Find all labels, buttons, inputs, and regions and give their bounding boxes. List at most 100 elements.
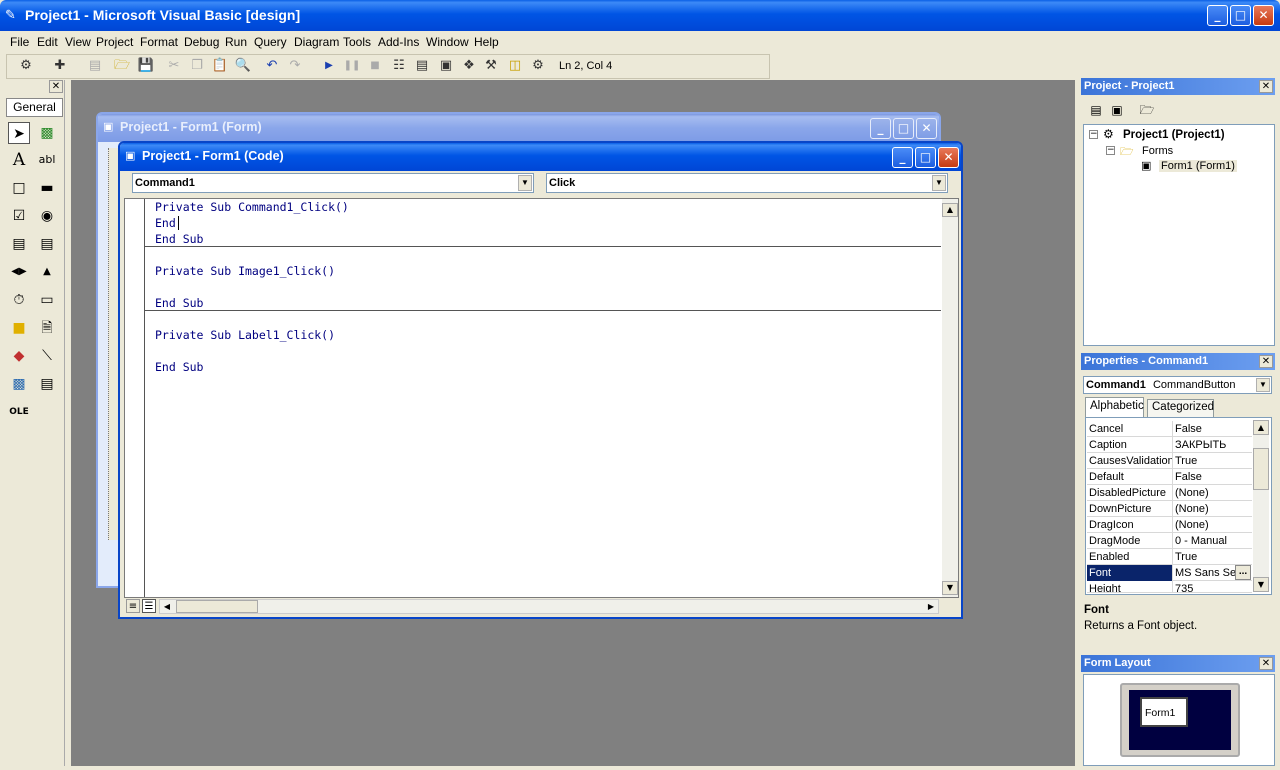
redo-icon[interactable]: ↷ (286, 57, 304, 75)
property-row[interactable]: Height 735 (1087, 581, 1252, 593)
property-value[interactable]: True (1175, 551, 1251, 563)
menu-window[interactable]: Window (426, 35, 469, 49)
code-line[interactable]: Private Sub Command1_Click() (155, 200, 349, 214)
form-maximize-button[interactable]: □ (893, 118, 914, 139)
property-row[interactable]: Cancel False (1087, 421, 1252, 437)
property-row[interactable]: Caption ЗАКРЫТЬ (1087, 437, 1252, 453)
scroll-up-arrow[interactable]: ▲ (942, 203, 958, 217)
full-module-view-icon[interactable]: ☰ (142, 599, 156, 613)
checkbox-tool-icon[interactable]: ☑ (8, 205, 30, 227)
line-tool-icon[interactable]: ⟍ (36, 345, 58, 367)
forms-folder-label[interactable]: Forms (1142, 145, 1173, 157)
property-row[interactable]: DisabledPicture (None) (1087, 485, 1252, 501)
object-combo[interactable]: Command1 ▼ (132, 173, 534, 193)
code-maximize-button[interactable]: □ (915, 147, 936, 168)
property-row[interactable]: DragMode 0 - Manual (1087, 533, 1252, 549)
form1-tree-item[interactable]: Form1 (Form1) (1159, 160, 1237, 172)
drivelistbox-tool-icon[interactable]: ▭ (36, 289, 58, 311)
code-line[interactable]: End Sub (155, 360, 203, 374)
tab-alphabetic[interactable]: Alphabetic (1085, 397, 1144, 417)
minimize-button[interactable]: _ (1207, 5, 1228, 26)
picturebox-tool-icon[interactable]: ▩ (36, 122, 58, 144)
image-tool-icon[interactable]: ▩ (8, 373, 30, 395)
menu-project[interactable]: Project (96, 35, 133, 49)
form1-layout-preview[interactable]: Form1 (1140, 697, 1188, 727)
property-value[interactable]: ЗАКРЫТЬ (1175, 439, 1251, 451)
properties-scroll-thumb[interactable] (1253, 448, 1269, 490)
toolbox-icon[interactable]: ⚒ (482, 57, 500, 75)
component-manager-icon[interactable]: ⚙ (529, 57, 547, 75)
menu-edit[interactable]: Edit (37, 35, 58, 49)
code-line[interactable]: End Sub (155, 232, 203, 246)
combobox-tool-icon[interactable]: ▤ (8, 233, 30, 255)
toggle-folders-button[interactable]: 🗁 (1138, 101, 1156, 119)
data-tool-icon[interactable]: ▤ (36, 373, 58, 395)
label-tool-icon[interactable]: A (8, 149, 30, 171)
save-icon[interactable]: 💾 (137, 57, 155, 75)
property-value[interactable]: False (1175, 423, 1251, 435)
toolbox-close-button[interactable]: ✕ (49, 80, 63, 93)
menu-format[interactable]: Format (140, 35, 178, 49)
frame-tool-icon[interactable]: □ (8, 177, 30, 199)
view-object-button[interactable]: ▣ (1108, 101, 1126, 119)
copy-icon[interactable]: ❐ (188, 57, 206, 75)
scroll-right-arrow[interactable]: ▶ (924, 600, 938, 613)
dirlistbox-tool-icon[interactable]: ■ (8, 317, 30, 339)
property-row[interactable]: DownPicture (None) (1087, 501, 1252, 517)
property-value[interactable]: (None) (1175, 519, 1251, 531)
code-close-button[interactable]: ✕ (938, 147, 959, 168)
chevron-down-icon[interactable]: ▼ (1256, 378, 1270, 392)
scroll-down-arrow[interactable]: ▼ (1253, 577, 1269, 592)
filelistbox-tool-icon[interactable]: 🗎 (36, 317, 58, 339)
menu-tools[interactable]: Tools (343, 35, 371, 49)
tab-categorized[interactable]: Categorized (1147, 399, 1214, 417)
optionbutton-tool-icon[interactable]: ◉ (36, 205, 58, 227)
code-horizontal-scrollbar[interactable]: ◀ ▶ (159, 599, 939, 614)
menu-debug[interactable]: Debug (184, 35, 219, 49)
undo-icon[interactable]: ↶ (263, 57, 281, 75)
pointer-tool-icon[interactable]: ➤ (8, 122, 30, 144)
menu-run[interactable]: Run (225, 35, 247, 49)
ole-tool-icon[interactable]: OLE (8, 401, 30, 423)
menu-help[interactable]: Help (474, 35, 499, 49)
property-row[interactable]: CausesValidation True (1087, 453, 1252, 469)
find-icon[interactable]: 🔍 (234, 57, 252, 75)
toolbox-general-tab[interactable]: General (6, 98, 63, 117)
expand-toggle-icon[interactable]: − (1106, 146, 1115, 155)
code-vertical-scrollbar[interactable]: ▲ ▼ (942, 199, 958, 597)
menu-addins[interactable]: Add-Ins (378, 35, 419, 49)
paste-icon[interactable]: 📋 (211, 57, 229, 75)
view-code-button[interactable]: ▤ (1087, 101, 1105, 119)
property-value[interactable]: 735 (1175, 583, 1251, 592)
properties-vertical-scrollbar[interactable]: ▲ ▼ (1253, 420, 1269, 592)
menu-view[interactable]: View (65, 35, 91, 49)
property-value[interactable]: False (1175, 471, 1251, 483)
form-close-button[interactable]: ✕ (916, 118, 937, 139)
vscrollbar-tool-icon[interactable]: ▲ (36, 261, 58, 283)
form-layout-icon[interactable]: ▣ (437, 57, 455, 75)
properties-window-icon[interactable]: ▤ (413, 57, 431, 75)
shape-tool-icon[interactable]: ◆ (8, 345, 30, 367)
property-value[interactable]: (None) (1175, 487, 1251, 499)
scroll-up-arrow[interactable]: ▲ (1253, 420, 1269, 435)
code-minimize-button[interactable]: _ (892, 147, 913, 168)
listbox-tool-icon[interactable]: ▤ (36, 233, 58, 255)
maximize-button[interactable]: □ (1230, 5, 1251, 26)
property-value[interactable]: (None) (1175, 503, 1251, 515)
pause-icon[interactable]: ❚❚ (343, 57, 361, 75)
chevron-down-icon[interactable]: ▼ (518, 175, 532, 191)
menu-file[interactable]: File (10, 35, 29, 49)
form-minimize-button[interactable]: _ (870, 118, 891, 139)
form-layout-panel-close-button[interactable]: ✕ (1259, 657, 1273, 670)
code-line[interactable]: End Sub (155, 296, 203, 310)
code-line[interactable]: Private Sub Label1_Click() (155, 328, 335, 342)
textbox-tool-icon[interactable]: abl (36, 149, 58, 171)
data-view-icon[interactable]: ◫ (506, 57, 524, 75)
property-row[interactable]: DragIcon (None) (1087, 517, 1252, 533)
add-form-icon[interactable]: ✚ (51, 57, 69, 75)
project-root-label[interactable]: Project1 (Project1) (1123, 129, 1225, 141)
horizontal-scroll-thumb[interactable] (176, 600, 258, 613)
font-ellipsis-button[interactable]: ... (1235, 565, 1251, 580)
code-editor[interactable] (124, 198, 959, 598)
run-icon[interactable]: ▶ (320, 57, 338, 75)
